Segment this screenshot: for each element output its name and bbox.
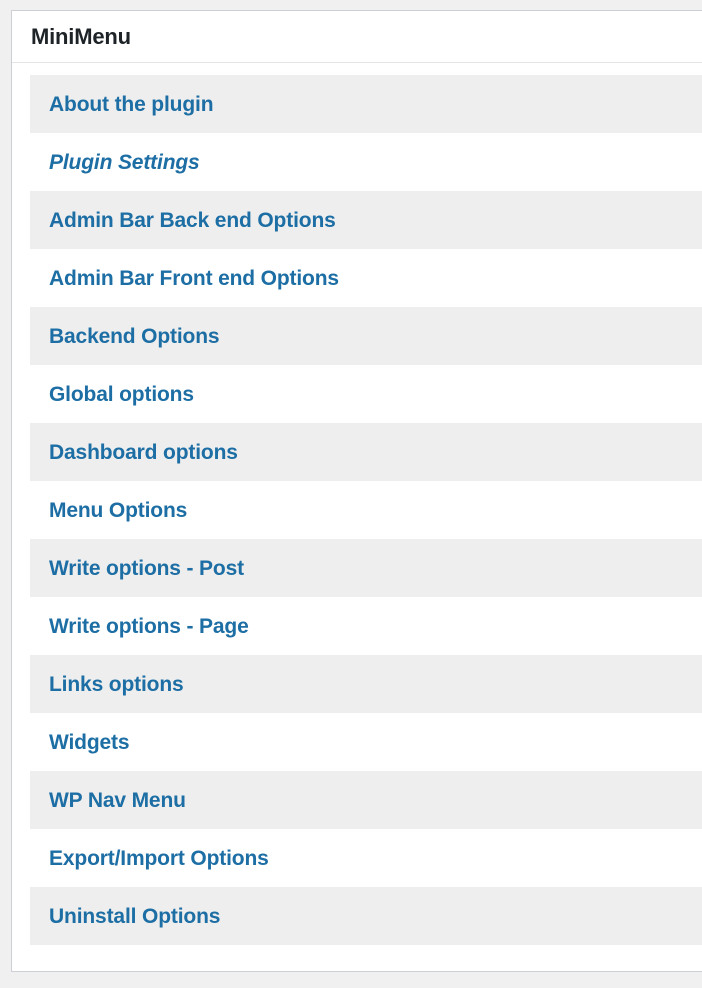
list-item[interactable]: Widgets — [30, 713, 702, 771]
list-item[interactable]: Dashboard options — [30, 423, 702, 481]
menu-link-uninstall-options[interactable]: Uninstall Options — [30, 906, 220, 927]
menu-link-export-import-options[interactable]: Export/Import Options — [30, 848, 269, 869]
menu-link-backend-options[interactable]: Backend Options — [30, 326, 220, 347]
list-item[interactable]: Write options - Page — [30, 597, 702, 655]
menu-link-links-options[interactable]: Links options — [30, 674, 184, 695]
menu-link-write-options-page[interactable]: Write options - Page — [30, 616, 249, 637]
list-item[interactable]: Write options - Post — [30, 539, 702, 597]
menu-link-plugin-settings[interactable]: Plugin Settings — [30, 152, 200, 173]
menu-link-menu-options[interactable]: Menu Options — [30, 500, 187, 521]
menu-link-dashboard-options[interactable]: Dashboard options — [30, 442, 238, 463]
menu-link-write-options-post[interactable]: Write options - Post — [30, 558, 244, 579]
menu-link-widgets[interactable]: Widgets — [30, 732, 130, 753]
list-item[interactable]: About the plugin — [30, 75, 702, 133]
list-item[interactable]: Global options — [30, 365, 702, 423]
minimenu-panel: MiniMenu About the plugin Plugin Settings… — [11, 10, 702, 972]
menu-link-admin-bar-front-end-options[interactable]: Admin Bar Front end Options — [30, 268, 339, 289]
list-item[interactable]: Uninstall Options — [30, 887, 702, 945]
menu-link-admin-bar-back-end-options[interactable]: Admin Bar Back end Options — [30, 210, 336, 231]
panel-header: MiniMenu — [12, 11, 702, 63]
list-item[interactable]: Admin Bar Back end Options — [30, 191, 702, 249]
minimenu-link-list: About the plugin Plugin Settings Admin Bar… — [12, 63, 702, 945]
list-item[interactable]: WP Nav Menu — [30, 771, 702, 829]
list-item[interactable]: Plugin Settings — [30, 133, 702, 191]
menu-link-about-the-plugin[interactable]: About the plugin — [30, 94, 214, 115]
list-item[interactable]: Links options — [30, 655, 702, 713]
list-item[interactable]: Menu Options — [30, 481, 702, 539]
list-item[interactable]: Admin Bar Front end Options — [30, 249, 702, 307]
page-title: MiniMenu — [31, 23, 131, 49]
list-item[interactable]: Backend Options — [30, 307, 702, 365]
menu-link-wp-nav-menu[interactable]: WP Nav Menu — [30, 790, 186, 811]
menu-link-global-options[interactable]: Global options — [30, 384, 194, 405]
list-item[interactable]: Export/Import Options — [30, 829, 702, 887]
